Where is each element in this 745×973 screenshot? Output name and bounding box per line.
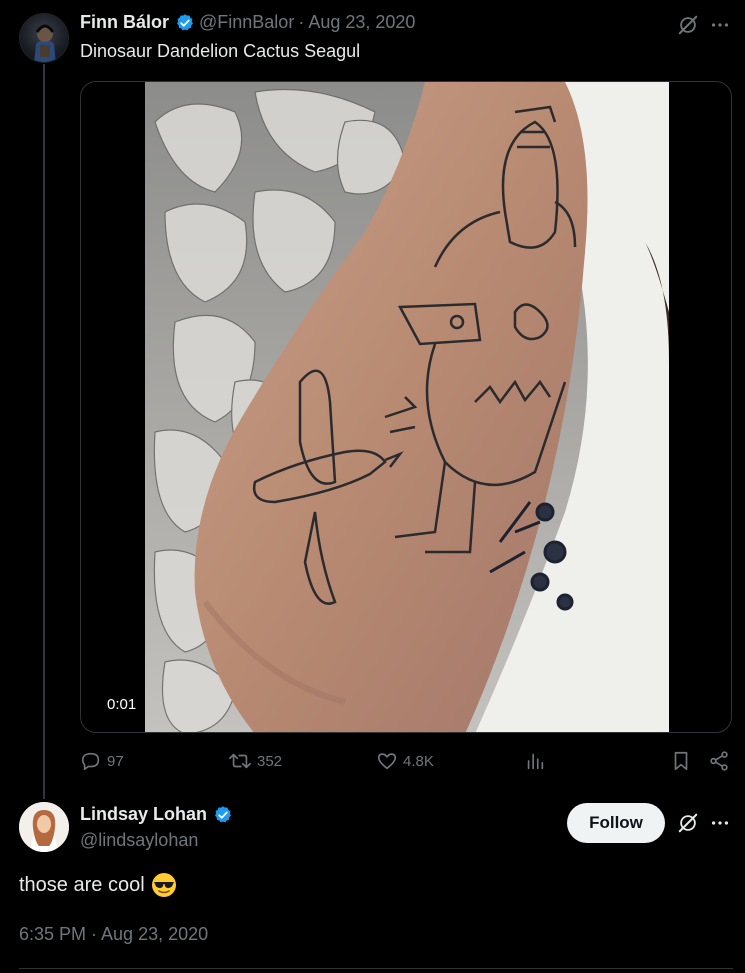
avatar-image <box>34 24 56 62</box>
repost-button[interactable]: 352 <box>228 748 282 774</box>
bookmark-icon <box>674 751 688 771</box>
share-icon <box>710 751 728 771</box>
author-name[interactable]: Finn Bálor <box>80 12 169 33</box>
reply-author-name[interactable]: Lindsay Lohan <box>80 804 207 825</box>
separator-dot: · <box>298 12 305 32</box>
tweet-header: Finn Bálor @FinnBalor · Aug 23, 2020 <box>80 12 415 33</box>
reply-button[interactable]: 97 <box>80 748 124 774</box>
author-handle[interactable]: @FinnBalor <box>199 12 294 33</box>
reply-timestamp[interactable]: 6:35 PM · Aug 23, 2020 <box>19 924 208 945</box>
verified-badge-icon <box>215 805 231 822</box>
share-button[interactable] <box>708 748 730 774</box>
video-frame <box>145 82 669 732</box>
avatar[interactable] <box>19 13 69 63</box>
follow-button[interactable]: Follow <box>567 803 665 843</box>
divider <box>19 968 733 969</box>
sunglasses-emoji <box>151 873 176 897</box>
reply-text: those are cool <box>19 872 177 898</box>
grok-icon[interactable] <box>676 811 700 835</box>
verified-badge-icon <box>177 13 193 30</box>
tweet-video[interactable]: 0:01 <box>80 81 732 733</box>
tweet-text: Dinosaur Dandelion Cactus Seagul <box>80 41 361 61</box>
bookmark-button[interactable] <box>670 748 692 774</box>
like-button[interactable]: 4.8K <box>376 748 434 774</box>
views-icon <box>527 753 544 770</box>
reply-text-body: those are cool <box>19 873 145 896</box>
avatar[interactable] <box>19 802 69 852</box>
more-icon[interactable] <box>708 811 732 835</box>
more-icon[interactable] <box>708 13 732 37</box>
grok-icon[interactable] <box>676 13 700 37</box>
video-timecode: 0:01 <box>101 693 143 716</box>
reply-count: 97 <box>107 752 124 770</box>
like-count: 4.8K <box>403 752 434 770</box>
tattoo-arm-image <box>145 82 669 732</box>
avatar-image <box>19 802 69 852</box>
reply-icon <box>81 752 100 771</box>
thread-connector-line <box>43 64 45 799</box>
reply-header: Lindsay Lohan <box>80 804 233 825</box>
reply-author-handle[interactable]: @lindsaylohan <box>80 830 198 851</box>
repost-icon <box>229 753 251 769</box>
views-button[interactable] <box>524 748 546 774</box>
tweet-date[interactable]: Aug 23, 2020 <box>308 12 415 33</box>
repost-count: 352 <box>257 752 283 770</box>
heart-icon <box>377 753 397 770</box>
